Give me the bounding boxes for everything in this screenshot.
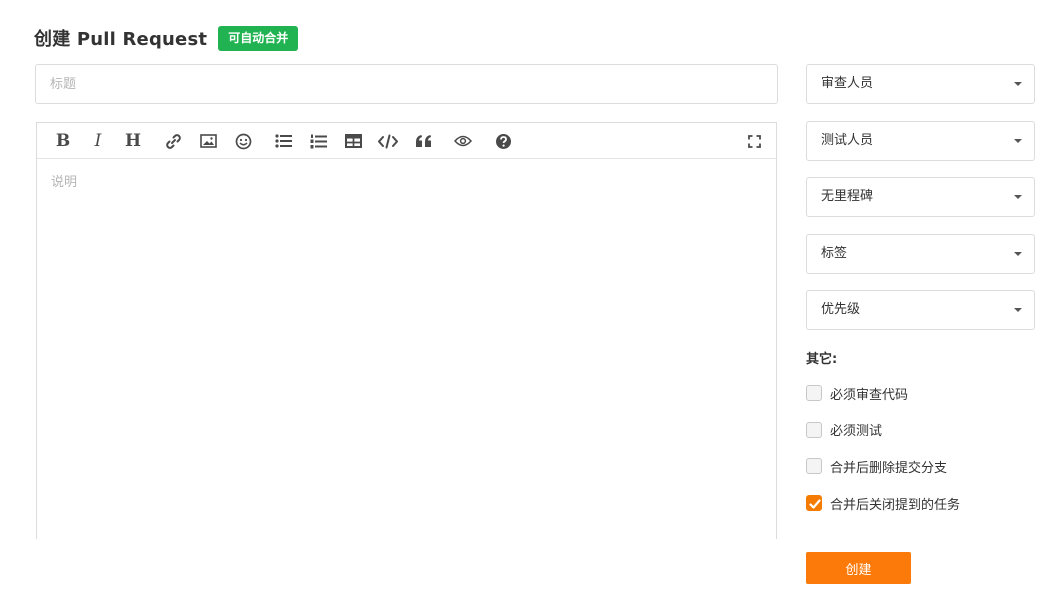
reviewers-select-label: 审查人员 (821, 76, 874, 91)
require-code-review-label: 必须审查代码 (830, 387, 909, 403)
page-title: 创建 Pull Request (34, 29, 208, 50)
create-button[interactable]: 创建 (806, 552, 911, 584)
testers-select-label: 测试人员 (821, 132, 874, 148)
title-input[interactable] (35, 64, 778, 104)
testers-select[interactable]: 测试人员 (806, 120, 1035, 161)
delete-branch-checkbox[interactable] (806, 458, 822, 475)
priority-select[interactable]: 优先级 (806, 290, 1035, 330)
delete-branch-label: 合并后删除提交分支 (830, 460, 948, 476)
require-code-review-option[interactable]: 必须审查代码 (806, 383, 960, 403)
preview-icon[interactable] (450, 129, 476, 153)
require-testing-label: 必须测试 (830, 424, 883, 440)
markdown-editor: B I H (36, 122, 777, 539)
numbered-list-icon[interactable] (305, 129, 331, 153)
other-options-heading: 其它: (806, 352, 838, 367)
options-checklist: 必须审查代码 必须测试 合并后删除提交分支 合并后关闭提到的任务 (806, 383, 960, 530)
quote-icon[interactable] (410, 129, 436, 153)
close-issues-label: 合并后关闭提到的任务 (830, 497, 961, 513)
editor-toolbar: B I H (37, 123, 776, 159)
description-textarea[interactable] (37, 159, 776, 539)
labels-select[interactable]: 标签 (806, 233, 1035, 274)
caret-down-icon (1014, 195, 1022, 199)
caret-down-icon (1014, 251, 1022, 256)
priority-select-label: 优先级 (821, 302, 861, 317)
help-icon[interactable] (490, 129, 516, 153)
bold-glyph: B (55, 130, 71, 151)
link-icon[interactable] (160, 129, 186, 153)
close-issues-option[interactable]: 合并后关闭提到的任务 (806, 493, 960, 513)
labels-select-label: 标签 (821, 245, 848, 261)
close-issues-checkbox[interactable] (806, 495, 822, 512)
table-icon[interactable] (340, 129, 366, 153)
caret-down-icon (1014, 308, 1022, 312)
italic-glyph: I (94, 130, 102, 151)
bullet-list-icon[interactable] (270, 129, 296, 153)
heading-glyph: H (124, 130, 142, 151)
require-testing-option[interactable]: 必须测试 (806, 420, 960, 440)
milestone-select-label: 无里程碑 (821, 189, 874, 204)
require-code-review-checkbox[interactable] (806, 385, 822, 401)
page-header: 创建 Pull Request 可自动合并 (34, 25, 299, 51)
heading-icon[interactable]: H (120, 129, 146, 153)
italic-icon[interactable]: I (85, 129, 111, 153)
caret-down-icon (1014, 138, 1022, 143)
image-icon[interactable] (195, 129, 221, 153)
code-icon[interactable] (375, 129, 401, 153)
bold-icon[interactable]: B (50, 129, 76, 153)
sidebar: 审查人员 测试人员 无里程碑 标签 优先级 (806, 64, 1035, 347)
emoji-icon[interactable] (230, 129, 256, 153)
checkmark-icon (809, 499, 821, 509)
require-testing-checkbox[interactable] (806, 421, 822, 438)
milestone-select[interactable]: 无里程碑 (806, 177, 1035, 217)
fullscreen-icon[interactable] (741, 129, 767, 153)
auto-merge-badge: 可自动合并 (218, 25, 299, 51)
reviewers-select[interactable]: 审查人员 (806, 64, 1035, 104)
caret-down-icon (1014, 82, 1022, 86)
delete-branch-option[interactable]: 合并后删除提交分支 (806, 456, 960, 476)
